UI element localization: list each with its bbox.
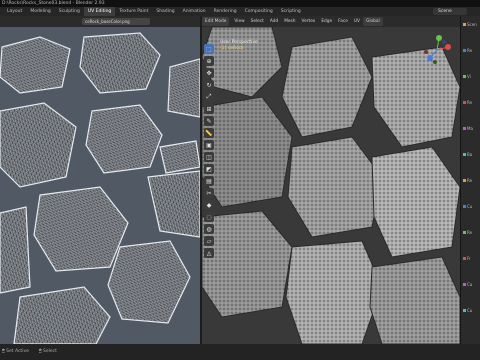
menu-select[interactable]: Select: [248, 17, 267, 26]
panel-icon: [463, 153, 466, 156]
object-name: (1) ceRock: [220, 46, 244, 51]
uv-canvas[interactable]: [0, 27, 200, 344]
panel-row[interactable]: Re: [467, 48, 472, 53]
panel-icon: [463, 75, 466, 78]
knife-icon[interactable]: ✂: [204, 188, 214, 198]
extrude-icon[interactable]: ▣: [204, 140, 214, 150]
viewport-header: Edit Mode View Select Add Mesh Vertex Edge Fac…: [202, 16, 460, 27]
panel-row[interactable]: Ma: [467, 126, 473, 131]
rock-wireframe: [372, 147, 460, 257]
uv-island: [85, 104, 163, 174]
uv-island: [0, 206, 31, 294]
rip-icon[interactable]: ◬: [204, 248, 214, 258]
panel-row[interactable]: Cu: [467, 204, 472, 209]
panel-icon: [463, 179, 466, 182]
tab-animation[interactable]: Animation: [179, 7, 210, 16]
uv-editor[interactable]: ceRock_baseColor.png: [0, 16, 200, 344]
panel-icon: [463, 101, 466, 104]
image-selector[interactable]: ceRock_baseColor.png: [82, 18, 150, 25]
transform-icon[interactable]: ⊞: [204, 104, 214, 114]
move-icon[interactable]: ✥: [204, 68, 214, 78]
viewport-canvas[interactable]: [202, 27, 460, 344]
orientation-selector[interactable]: Global: [362, 17, 383, 26]
uv-island: [13, 286, 111, 344]
annotate-icon[interactable]: ✎: [204, 116, 214, 126]
panel-row[interactable]: Ca: [467, 282, 472, 287]
panel-icon: [463, 309, 466, 312]
rock-wireframe: [288, 137, 382, 237]
outliner-properties-panel[interactable]: Scen Re Vi Re Ma Ba Re Cu Re Fr Ca Cu: [460, 16, 480, 344]
3d-viewport[interactable]: Edit Mode View Select Add Mesh Vertex Edge Fac…: [202, 16, 460, 344]
panel-row[interactable]: Fr: [467, 256, 471, 261]
uv-island: [147, 170, 200, 238]
menu-edge[interactable]: Edge: [318, 17, 335, 26]
tab-rendering[interactable]: Rendering: [210, 7, 241, 16]
menu-add[interactable]: Add: [267, 17, 281, 26]
panel-icon: [463, 231, 466, 234]
tab-texture-paint[interactable]: Texture Paint: [115, 7, 152, 16]
status-bar: 🖱 Set Active 🖱 Select: [0, 344, 480, 360]
poly-build-icon[interactable]: ◆: [204, 200, 214, 210]
uv-island: [159, 140, 200, 174]
uv-island: [0, 102, 77, 188]
menu-view[interactable]: View: [231, 17, 247, 26]
workspace-bar: Layout Modeling Sculpting UV Editing Texture…: [0, 7, 480, 16]
menu-vertex[interactable]: Vertex: [299, 17, 319, 26]
tab-shading[interactable]: Shading: [152, 7, 178, 16]
scene-selector[interactable]: Scene: [433, 8, 467, 15]
rock-wireframe: [282, 37, 372, 137]
uv-island: [107, 240, 191, 324]
select-box-icon[interactable]: ⬚: [204, 44, 214, 54]
panel-row[interactable]: Ba: [467, 152, 472, 157]
loop-cut-icon[interactable]: ▤: [204, 176, 214, 186]
cursor-icon[interactable]: ⊕: [204, 56, 214, 66]
title-bar: D:\Rocks\Rocks_Stone03.blend - Blender 2…: [0, 0, 480, 7]
navigation-gizmo[interactable]: [418, 30, 456, 70]
menu-face[interactable]: Face: [335, 17, 351, 26]
uv-editor-header: ceRock_baseColor.png: [0, 16, 200, 27]
rock-meshes: [202, 27, 460, 344]
tool-shelf: ⬚ ⊕ ✥ ↻ ⤢ ⊞ ✎ 📏 ▣ ◫ ◩ ▤ ✂ ◆ ◌ ◍ ▱ ◬: [204, 44, 216, 258]
tab-sculpting[interactable]: Sculpting: [55, 7, 84, 16]
measure-icon[interactable]: 📏: [204, 128, 214, 138]
panel-row[interactable]: Scen: [467, 22, 477, 27]
panel-icon: [463, 127, 466, 130]
status-item: 🖱 Select: [38, 349, 57, 354]
tab-uv-editing[interactable]: UV Editing: [83, 7, 116, 16]
menu-mesh[interactable]: Mesh: [281, 17, 298, 26]
rotate-icon[interactable]: ↻: [204, 80, 214, 90]
uv-island: [33, 186, 129, 272]
panel-row[interactable]: Re: [467, 100, 472, 105]
window-title: D:\Rocks\Rocks_Stone03.blend - Blender 2…: [2, 1, 105, 6]
mode-selector[interactable]: Edit Mode: [202, 17, 230, 26]
spin-icon[interactable]: ◌: [204, 212, 214, 222]
tab-scripting[interactable]: Scripting: [277, 7, 305, 16]
panel-icon: [463, 283, 466, 286]
panel-row[interactable]: Re: [467, 230, 472, 235]
tab-modeling[interactable]: Modeling: [26, 7, 54, 16]
inset-icon[interactable]: ◫: [204, 152, 214, 162]
workspace-tabs: Layout Modeling Sculpting UV Editing Texture…: [3, 7, 305, 16]
rock-wireframe: [370, 257, 460, 344]
scale-icon[interactable]: ⤢: [204, 92, 214, 102]
tab-compositing[interactable]: Compositing: [241, 7, 277, 16]
panel-row[interactable]: Cu: [467, 308, 472, 313]
panel-icon: [463, 257, 466, 260]
panel-row[interactable]: Vi: [467, 74, 471, 79]
panel-row[interactable]: Re: [467, 178, 472, 183]
viewport-info: User Perspective (1) ceRock: [220, 40, 258, 52]
tab-layout[interactable]: Layout: [3, 7, 26, 16]
uv-island: [0, 36, 71, 94]
uv-islands: [0, 32, 200, 344]
bevel-icon[interactable]: ◩: [204, 164, 214, 174]
panel-icon: [463, 23, 466, 26]
menu-uv[interactable]: UV: [351, 17, 363, 26]
shear-icon[interactable]: ▱: [204, 236, 214, 246]
smooth-icon[interactable]: ◍: [204, 224, 214, 234]
panel-icon: [463, 49, 466, 52]
panel-icon: [463, 205, 466, 208]
uv-island: [167, 58, 200, 118]
status-item: 🖱 Set Active: [2, 349, 29, 354]
uv-island: [79, 32, 161, 94]
